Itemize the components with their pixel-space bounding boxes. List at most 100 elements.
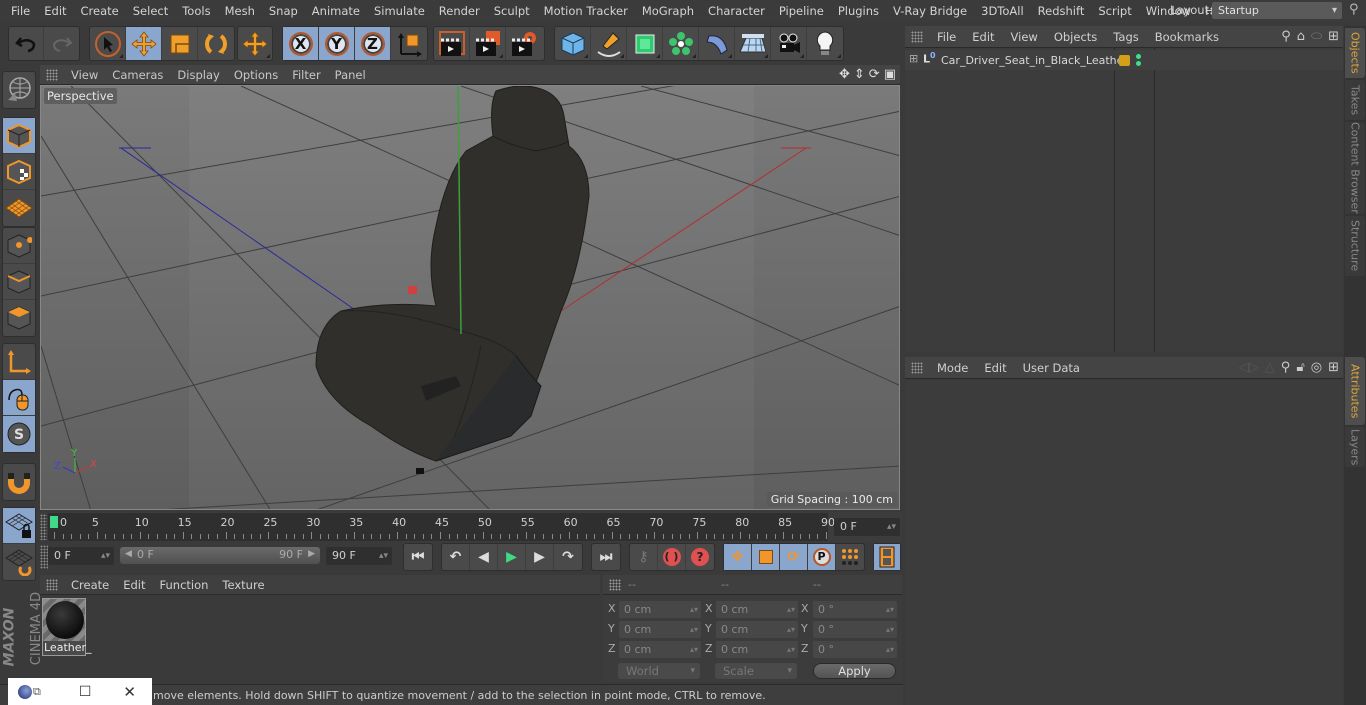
planar-workplane-button[interactable] (3, 544, 35, 580)
viewport-menu-options[interactable]: Options (227, 68, 285, 82)
render-to-picture-viewer-button[interactable] (470, 27, 506, 60)
tab-objects[interactable]: Objects (1345, 28, 1365, 78)
tab-structure[interactable]: Structure (1345, 216, 1365, 276)
menu-plugins[interactable]: Plugins (831, 4, 886, 18)
new-panel-icon[interactable]: ⊞ (1328, 360, 1339, 375)
menu-animate[interactable]: Animate (305, 4, 367, 18)
render-visibility-dot[interactable] (1136, 61, 1141, 66)
size-x-field[interactable]: 0 cm ▴▾ (716, 601, 798, 618)
menu-vray-bridge[interactable]: V-Ray Bridge (886, 4, 974, 18)
material-menu-texture[interactable]: Texture (215, 578, 271, 592)
deformer-button[interactable] (699, 27, 735, 60)
viewport-orbit-icon[interactable]: ⟳ (869, 67, 880, 82)
y-axis-lock[interactable]: Y (319, 27, 355, 60)
material-swatch-leather[interactable]: Leather_ (42, 598, 92, 656)
new-panel-icon[interactable]: ⊞ (1328, 29, 1339, 44)
close-icon[interactable]: ✕ (123, 683, 136, 701)
menu-edit[interactable]: Edit (37, 4, 73, 18)
menu-snap[interactable]: Snap (262, 4, 305, 18)
tab-content-browser[interactable]: Content Browser (1345, 122, 1365, 214)
tab-layers[interactable]: Layers (1345, 427, 1365, 467)
attributes-menu-mode[interactable]: Mode (929, 361, 976, 375)
target-icon[interactable]: ◎ (1311, 360, 1322, 375)
render-view-button[interactable] (434, 27, 470, 60)
frame-range-slider[interactable]: ◀ 0 F 90 F ▶ (120, 547, 320, 564)
objects-menu-tags[interactable]: Tags (1105, 30, 1146, 44)
polygons-mode-button[interactable] (3, 300, 35, 336)
attributes-menu-edit[interactable]: Edit (976, 361, 1014, 375)
redo-button[interactable] (44, 27, 79, 60)
playback-grip[interactable] (40, 545, 48, 569)
menu-mograph[interactable]: MoGraph (635, 4, 701, 18)
layout-select[interactable]: Startup (1212, 2, 1342, 19)
next-frame-button[interactable]: ▶ (526, 544, 554, 570)
up-arrow-icon[interactable]: △ (1265, 360, 1275, 375)
key-scale-button[interactable] (752, 544, 780, 570)
undo-button[interactable] (9, 27, 45, 60)
menu-redshift[interactable]: Redshift (1031, 4, 1092, 18)
tweak-mode-button[interactable] (3, 380, 35, 416)
size-z-field[interactable]: 0 cm ▴▾ (716, 641, 798, 658)
solo-mode-button[interactable]: S (3, 416, 35, 452)
search-icon[interactable]: ⚲ (1281, 360, 1291, 375)
panel-grip-icon[interactable] (911, 361, 923, 374)
recent-move-tool[interactable] (238, 27, 272, 60)
viewport-menu-filter[interactable]: Filter (285, 68, 327, 82)
apply-button[interactable]: Apply (813, 663, 896, 679)
coordinate-system-toggle[interactable] (391, 27, 427, 60)
light-button[interactable] (807, 27, 843, 60)
panel-grip-icon[interactable] (609, 579, 621, 591)
rotation-p-field[interactable]: 0 ° ▴▾ (813, 621, 897, 638)
range-left-arrow-icon[interactable]: ◀ (125, 549, 132, 559)
scale-tool[interactable] (162, 27, 198, 60)
menu-motion-tracker[interactable]: Motion Tracker (537, 4, 635, 18)
size-y-field[interactable]: 0 cm ▴▾ (716, 621, 798, 638)
play-button[interactable]: ▶ (498, 544, 526, 570)
position-y-field[interactable]: 0 cm ▴▾ (619, 621, 701, 638)
z-axis-lock[interactable]: Z (355, 27, 391, 60)
key-pla-button[interactable] (836, 544, 864, 570)
viewport-maximize-icon[interactable]: ▣ (884, 67, 896, 82)
material-menu-create[interactable]: Create (64, 578, 116, 592)
next-keyframe-button[interactable]: ↷ (554, 544, 582, 570)
object-row[interactable]: ⊞ L0 Car_Driver_Seat_in_Black_Leather (905, 50, 1343, 70)
objects-menu-edit[interactable]: Edit (964, 30, 1002, 44)
key-parameter-button[interactable]: P (808, 544, 836, 570)
menu-create[interactable]: Create (74, 4, 126, 18)
motion-path-button[interactable]: ⚷ (630, 544, 658, 570)
panel-grip-icon[interactable] (46, 68, 58, 81)
model-mode-button[interactable] (3, 118, 35, 154)
goto-end-button[interactable]: ⏭ (592, 544, 620, 570)
material-menu-edit[interactable]: Edit (116, 578, 152, 592)
perspective-viewport[interactable]: Y X Z Perspective Grid Spacing : 100 cm (40, 85, 900, 510)
edges-mode-button[interactable] (3, 264, 35, 300)
coordinate-mode-select[interactable]: World ▾ (618, 663, 700, 679)
back-arrow-icon[interactable]: ◁▷ (1239, 360, 1259, 375)
camera-label[interactable]: Perspective (44, 88, 117, 104)
x-axis-lock[interactable]: X (283, 27, 319, 60)
menu-character[interactable]: Character (701, 4, 772, 18)
viewport-dolly-icon[interactable]: ⇕ (854, 67, 865, 82)
camera-button[interactable] (771, 27, 807, 60)
previous-frame-button[interactable]: ◀ (470, 544, 498, 570)
range-right-arrow-icon[interactable]: ▶ (308, 549, 315, 559)
search-icon[interactable]: ⚲ (1349, 2, 1359, 17)
menu-3dtoall[interactable]: 3DToAll (974, 4, 1031, 18)
menu-file[interactable]: File (0, 4, 37, 18)
viewport-menu-display[interactable]: Display (170, 68, 226, 82)
objects-menu-file[interactable]: File (929, 30, 964, 44)
timeline-window-button[interactable] (874, 544, 900, 570)
menu-select[interactable]: Select (126, 4, 175, 18)
tab-takes[interactable]: Takes (1345, 80, 1365, 120)
pen-spline-button[interactable] (591, 27, 627, 60)
menu-pipeline[interactable]: Pipeline (772, 4, 831, 18)
menu-script[interactable]: Script (1091, 4, 1138, 18)
menu-mesh[interactable]: Mesh (218, 4, 262, 18)
key-position-button[interactable]: ✥ (724, 544, 752, 570)
layer-color-swatch[interactable] (1119, 55, 1130, 66)
record-keys-button[interactable]: ( ) (658, 544, 686, 570)
objects-menu-objects[interactable]: Objects (1046, 30, 1105, 44)
menu-simulate[interactable]: Simulate (367, 4, 432, 18)
panel-grip-icon[interactable] (911, 30, 923, 43)
lock-icon[interactable]: 🔓︎ (1296, 360, 1304, 375)
